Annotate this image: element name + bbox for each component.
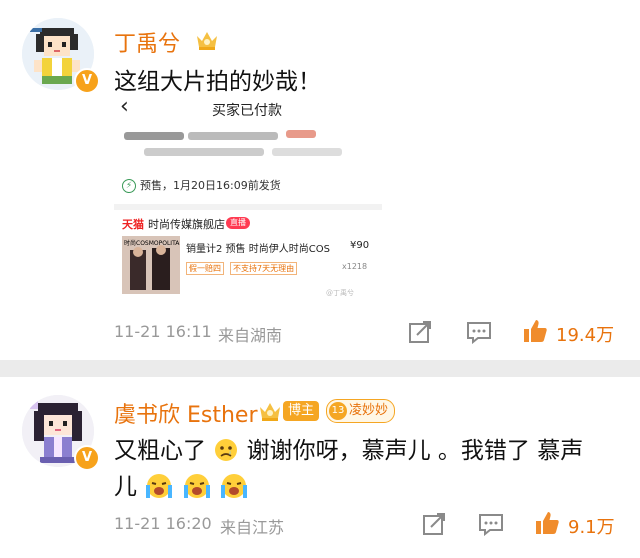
like-icon[interactable] [522, 318, 548, 344]
screenshot-title: 买家已付款 [212, 103, 282, 119]
post-card: V 丁禹兮 这组大片拍的妙哉！ ‹ 买家已付款 ⚡ 预售，1月20日16:09前… [0, 0, 640, 360]
store-name: 时尚传媒旗舰店 [148, 218, 225, 231]
post-source: 来自江苏 [220, 518, 285, 537]
product-title: 销量计2 预售 时尚伊人时尚COS [186, 244, 330, 255]
post-source: 来自湖南 [218, 326, 283, 345]
back-icon: ‹ [120, 94, 129, 119]
post-card: V 虞书欣 Esther 博主 13 凌妙妙 又粗心了 谢谢你呀，慕声儿 。我错了… [0, 377, 640, 558]
username[interactable]: 虞书欣 Esther [114, 397, 258, 429]
tag-no-return: 不支持7天无理由 [230, 262, 298, 275]
store-row: 天猫 时尚传媒旗舰店 直播 [122, 216, 372, 232]
crown-icon[interactable] [257, 399, 283, 423]
post-time: 11-21 16:20 [114, 514, 212, 533]
crown-icon[interactable] [194, 28, 220, 52]
fan-name: 凌妙妙 [349, 403, 389, 418]
fan-level: 13 [329, 402, 347, 420]
live-tag: 直播 [226, 217, 250, 229]
verified-v-icon: V [74, 445, 100, 471]
product-quantity: x1218 [342, 262, 368, 271]
fan-badge[interactable]: 13 凌妙妙 [326, 399, 396, 423]
post-text: 这组大片拍的妙哉！ [114, 69, 321, 95]
verified-v-icon: V [74, 68, 100, 94]
post-text-line2: 儿 [114, 467, 249, 501]
like-icon[interactable] [534, 510, 560, 536]
sad-emoji-icon [215, 439, 238, 461]
crying-emoji-icon [183, 474, 210, 498]
lightning-icon: ⚡ [122, 179, 136, 193]
product-price: ¥90 [350, 240, 370, 251]
share-icon[interactable] [422, 512, 448, 536]
tmall-logo: 天猫 [122, 218, 144, 231]
comment-icon[interactable] [466, 320, 492, 344]
post-time: 11-21 16:11 [114, 322, 212, 341]
divider [114, 204, 382, 210]
embedded-screenshot[interactable]: ‹ 买家已付款 ⚡ 预售，1月20日16:09前发货 天猫 时尚传媒旗舰店 直播… [114, 92, 382, 304]
presale-row: ⚡ 预售，1月20日16:09前发货 [122, 176, 374, 196]
crying-emoji-icon [146, 474, 173, 498]
blogger-badge[interactable]: 博主 [283, 401, 320, 421]
presale-text: 预售，1月20日16:09前发货 [140, 179, 281, 192]
watermark: @丁禹兮 [326, 289, 354, 297]
share-icon[interactable] [408, 320, 434, 344]
tag-authentic: 假一赔四 [186, 262, 224, 275]
like-count: 9.1万 [568, 517, 615, 538]
crying-emoji-icon [220, 474, 247, 498]
like-count: 19.4万 [556, 325, 615, 346]
username[interactable]: 丁禹兮 [114, 26, 180, 58]
post-text-line1: 又粗心了 谢谢你呀，慕声儿 。我错了 慕声 [114, 438, 584, 464]
comment-icon[interactable] [478, 512, 504, 536]
product-cover: 时尚COSMOPOLITAN [122, 236, 180, 294]
